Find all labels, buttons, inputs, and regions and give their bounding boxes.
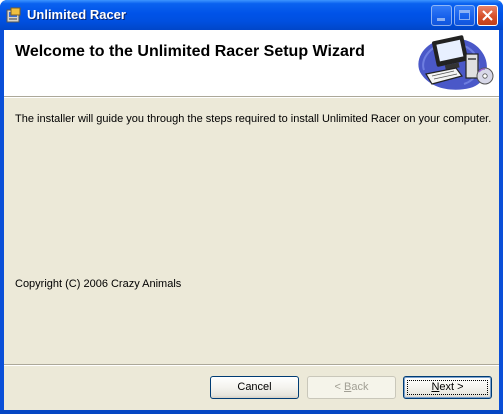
next-label-rest: ext — [439, 381, 455, 393]
window-title: Unlimited Racer — [27, 7, 126, 22]
back-arrow: < — [334, 381, 344, 393]
close-icon — [482, 10, 493, 21]
maximize-icon — [459, 10, 470, 20]
minimize-button[interactable] — [431, 5, 452, 26]
title-bar[interactable]: Unlimited Racer — [0, 0, 503, 30]
button-separator-highlight — [4, 365, 499, 366]
dialog-body: Welcome to the Unlimited Racer Setup Wiz… — [4, 30, 499, 410]
next-arrow: > — [454, 381, 464, 393]
wizard-title: Welcome to the Unlimited Racer Setup Wiz… — [15, 43, 365, 60]
welcome-description: The installer will guide you through the… — [15, 113, 492, 125]
next-button[interactable]: Next > — [403, 376, 492, 399]
installer-app-icon[interactable] — [6, 7, 22, 23]
back-label-rest: ack — [351, 381, 369, 393]
banner-highlight-line — [4, 97, 499, 98]
back-button-label: < Back — [335, 381, 369, 393]
cancel-button[interactable]: Cancel — [210, 376, 299, 399]
copyright-text: Copyright (C) 2006 Crazy Animals — [15, 278, 182, 290]
maximize-button[interactable] — [454, 5, 475, 26]
close-button[interactable] — [477, 5, 498, 26]
installer-window: Unlimited Racer Welcome to the Unlimited… — [0, 0, 503, 414]
computer-setup-icon — [418, 35, 494, 90]
wizard-banner: Welcome to the Unlimited Racer Setup Wiz… — [4, 30, 499, 97]
window-frame-bottom — [0, 410, 503, 414]
next-button-label: Next > — [431, 381, 463, 393]
cancel-button-label: Cancel — [237, 381, 272, 393]
minimize-icon — [437, 18, 445, 21]
back-button[interactable]: < Back — [307, 376, 396, 399]
